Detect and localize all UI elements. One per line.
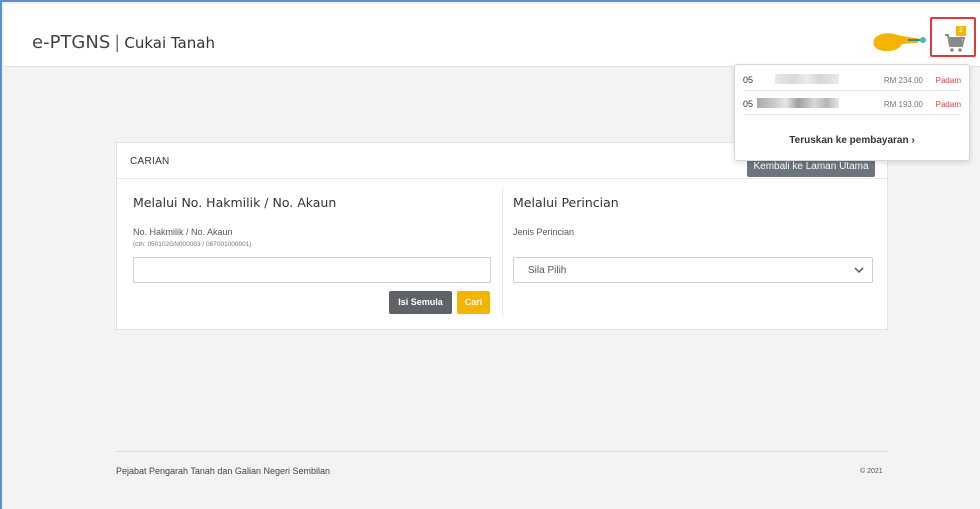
cart-count-badge: 2 bbox=[956, 26, 966, 36]
section-title: Melalui No. Hakmilik / No. Akaun bbox=[133, 195, 337, 210]
redacted-text bbox=[757, 98, 839, 108]
field-hint: (cth: 050102GN000003 / 067001000001) bbox=[133, 241, 252, 248]
section-title: Melalui Perincian bbox=[513, 195, 619, 210]
pointing-hand-icon bbox=[873, 33, 926, 52]
footer-copyright: © 2021 bbox=[860, 468, 883, 475]
title-account-input[interactable] bbox=[133, 257, 491, 283]
cart-button[interactable]: 2 bbox=[930, 17, 976, 57]
footer-org: Pejabat Pengarah Tanah dan Galian Negeri… bbox=[116, 466, 330, 476]
footer-divider bbox=[116, 451, 888, 452]
checkout-link[interactable]: Teruskan ke pembayaran › bbox=[735, 135, 969, 146]
card-title: CARIAN bbox=[130, 156, 170, 167]
field-label: No. Hakmilik / No. Akaun bbox=[133, 227, 233, 237]
search-card: CARIAN Kembali ke Laman Utama Melalui No… bbox=[116, 142, 888, 330]
search-button[interactable]: Cari bbox=[457, 291, 490, 314]
details-type-select[interactable]: Sila Pilih bbox=[513, 257, 873, 283]
brand[interactable]: e-PTGNS | Cukai Tanah bbox=[32, 32, 215, 53]
select-value: Sila Pilih bbox=[528, 265, 567, 276]
cart-item: 05 RM 234.00 Padam bbox=[743, 69, 961, 91]
column-divider bbox=[502, 189, 503, 315]
cart-icon bbox=[945, 34, 966, 52]
brand-subtitle: Cukai Tanah bbox=[124, 34, 215, 52]
search-by-details-section: Melalui Perincian Jenis Perincian Sila P… bbox=[513, 195, 873, 283]
cart-item: 05 RM 193.00 Padam bbox=[743, 93, 961, 115]
cart-item-price: RM 193.00 bbox=[883, 100, 923, 109]
chevron-down-icon bbox=[854, 267, 864, 274]
cart-item-code: 05 bbox=[743, 99, 754, 109]
field-label: Jenis Perincian bbox=[513, 227, 575, 237]
top-navbar: e-PTGNS | Cukai Tanah bbox=[4, 4, 980, 67]
reset-button[interactable]: Isi Semula bbox=[389, 291, 452, 314]
brand-name: e-PTGNS bbox=[32, 32, 111, 53]
cart-item-remove-link[interactable]: Padam bbox=[936, 100, 961, 109]
redacted-text bbox=[775, 74, 839, 84]
cart-dropdown: 05 RM 234.00 Padam 05 RM 193.00 Padam Te… bbox=[734, 64, 970, 161]
app-frame: e-PTGNS | Cukai Tanah 2 05 RM 234.00 Padam… bbox=[0, 0, 980, 509]
cart-item-remove-link[interactable]: Padam bbox=[936, 76, 961, 85]
cart-item-price: RM 234.00 bbox=[883, 76, 923, 85]
cart-item-code: 05 bbox=[743, 75, 754, 85]
search-by-title-section: Melalui No. Hakmilik / No. Akaun No. Hak… bbox=[133, 195, 491, 314]
brand-separator: | bbox=[114, 32, 121, 53]
